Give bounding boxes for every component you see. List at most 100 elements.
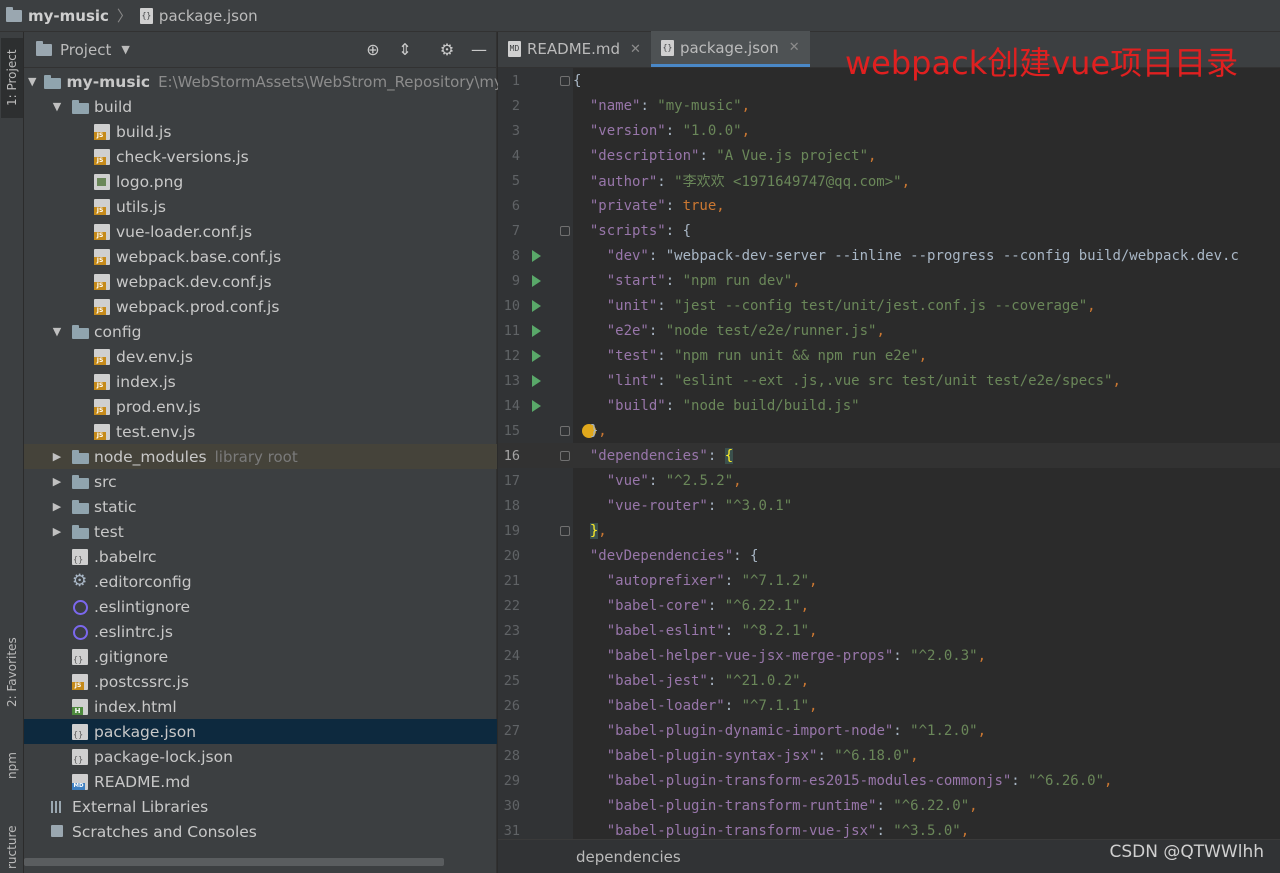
code-line[interactable]: 28 "babel-plugin-syntax-jsx": "^6.18.0", [498,743,1280,768]
tree-item[interactable]: package.json [24,719,497,744]
tree-item[interactable]: ▼ build [24,94,497,119]
code-line[interactable]: 9 "start": "npm run dev", [498,268,1280,293]
tab-label: package.json [679,38,779,57]
collapse-arrow-icon[interactable]: ▶ [50,450,64,463]
tree-item[interactable]: logo.png [24,169,497,194]
project-panel-title[interactable]: Project [60,41,111,59]
run-script-icon[interactable] [532,399,541,412]
close-icon[interactable]: ✕ [630,42,641,57]
code-line[interactable]: 2 "name": "my-music", [498,93,1280,118]
code-text: "babel-loader": "^7.1.1", [606,697,818,714]
code-line[interactable]: 21 "autoprefixer": "^7.1.2", [498,568,1280,593]
tab-project[interactable]: 1: Project [1,38,23,118]
code-line[interactable]: 19 }, [498,518,1280,543]
chevron-down-icon[interactable]: ▼ [121,43,129,56]
collapse-arrow-icon[interactable]: ▶ [50,525,64,538]
tree-item[interactable]: utils.js [24,194,497,219]
tree-item[interactable]: .eslintignore [24,594,497,619]
close-icon[interactable]: ✕ [789,40,800,55]
code-line[interactable]: 20 "devDependencies": { [498,543,1280,568]
tree-item[interactable]: webpack.prod.conf.js [24,294,497,319]
fold-marker-icon[interactable] [560,75,570,86]
tree-item[interactable]: test.env.js [24,419,497,444]
code-line[interactable]: 7 "scripts": { [498,218,1280,243]
tab-npm[interactable]: npm [1,746,23,786]
horizontal-scrollbar[interactable] [24,858,444,866]
tree-item[interactable]: index.js [24,369,497,394]
run-script-icon[interactable] [532,299,541,312]
tree-item[interactable]: ▶ test [24,519,497,544]
code-line[interactable]: 16 "dependencies": { [498,443,1280,468]
code-line[interactable]: 23 "babel-eslint": "^8.2.1", [498,618,1280,643]
tree-item[interactable]: .postcssrc.js [24,669,497,694]
tree-item[interactable]: ▶ static [24,494,497,519]
code-line[interactable]: 22 "babel-core": "^6.22.1", [498,593,1280,618]
tree-item[interactable]: webpack.dev.conf.js [24,269,497,294]
code-line[interactable]: 8 "dev": "webpack-dev-server --inline --… [498,243,1280,268]
code-line[interactable]: 12 "test": "npm run unit && npm run e2e"… [498,343,1280,368]
tree-item[interactable]: ▶ node_modules library root [24,444,497,469]
code-line[interactable]: 14 "build": "node build/build.js" [498,393,1280,418]
tree-item[interactable]: Scratches and Consoles [24,819,497,844]
fold-marker-icon[interactable] [560,525,570,536]
tree-item[interactable]: webpack.base.conf.js [24,244,497,269]
expand-arrow-icon[interactable]: ▼ [50,100,64,113]
tree-item[interactable]: External Libraries [24,794,497,819]
tree-item[interactable]: vue-loader.conf.js [24,219,497,244]
code-line[interactable]: 3 "version": "1.0.0", [498,118,1280,143]
code-line[interactable]: 4 "description": "A Vue.js project", [498,143,1280,168]
tree-item[interactable]: .eslintrc.js [24,619,497,644]
tab-favorites[interactable]: 2: Favorites [1,632,23,712]
fold-marker-icon[interactable] [560,450,570,461]
code-line[interactable]: 26 "babel-loader": "^7.1.1", [498,693,1280,718]
collapse-all-icon[interactable]: ⇕ [396,41,414,59]
breadcrumb-file[interactable]: package.json [159,7,258,25]
code-line[interactable]: 27 "babel-plugin-dynamic-import-node": "… [498,718,1280,743]
code-line[interactable]: 11 "e2e": "node test/e2e/runner.js", [498,318,1280,343]
editor-tab[interactable]: {} package.json ✕ [650,31,810,67]
tree-item[interactable]: dev.env.js [24,344,497,369]
gear-icon[interactable]: ⚙ [438,41,456,59]
editor-tab[interactable]: MD README.md ✕ [498,31,651,67]
locate-icon[interactable]: ⊕ [364,41,382,59]
code-line[interactable]: 18 "vue-router": "^3.0.1" [498,493,1280,518]
collapse-arrow-icon[interactable]: ▶ [50,475,64,488]
fold-marker-icon[interactable] [560,425,570,436]
tree-item[interactable]: build.js [24,119,497,144]
code-line[interactable]: 13 "lint": "eslint --ext .js,.vue src te… [498,368,1280,393]
expand-arrow-icon[interactable]: ▼ [50,325,64,338]
tree-item[interactable]: ▶ src [24,469,497,494]
breadcrumb-project[interactable]: my-music [28,7,109,25]
code-line[interactable]: 6 "private": true, [498,193,1280,218]
code-line[interactable]: 15 }, [498,418,1280,443]
code-line[interactable]: 5 "author": "李欢欢 <1971649747@qq.com>", [498,168,1280,193]
hide-icon[interactable]: — [470,41,488,59]
tree-item[interactable]: README.md [24,769,497,794]
breadcrumb-dependencies[interactable]: dependencies [576,848,681,866]
fold-marker-icon[interactable] [560,225,570,236]
tree-item[interactable]: .gitignore [24,644,497,669]
run-script-icon[interactable] [532,324,541,337]
code-area[interactable]: 1{2 "name": "my-music", 3 "version": "1.0… [498,68,1280,839]
run-script-icon[interactable] [532,374,541,387]
collapse-arrow-icon[interactable]: ▶ [50,500,64,513]
tree-item[interactable]: .babelrc [24,544,497,569]
code-line[interactable]: 30 "babel-plugin-transform-runtime": "^6… [498,793,1280,818]
tree-item[interactable]: ▼ config [24,319,497,344]
tab-structure[interactable]: ructure [1,822,23,873]
run-script-icon[interactable] [532,249,541,262]
tree-item[interactable]: package-lock.json [24,744,497,769]
tree-item[interactable]: prod.env.js [24,394,497,419]
tree-item[interactable]: ▼ my-music E:\WebStormAssets\WebStrom_Repo… [24,69,503,94]
expand-arrow-icon[interactable]: ▼ [28,75,36,88]
code-line[interactable]: 17 "vue": "^2.5.2", [498,468,1280,493]
tree-item[interactable]: index.html [24,694,497,719]
code-line[interactable]: 29 "babel-plugin-transform-es2015-module… [498,768,1280,793]
run-script-icon[interactable] [532,274,541,287]
tree-item[interactable]: check-versions.js [24,144,497,169]
code-line[interactable]: 25 "babel-jest": "^21.0.2", [498,668,1280,693]
tree-item[interactable]: .editorconfig [24,569,497,594]
code-line[interactable]: 24 "babel-helper-vue-jsx-merge-props": "… [498,643,1280,668]
code-line[interactable]: 10 "unit": "jest --config test/unit/jest… [498,293,1280,318]
run-script-icon[interactable] [532,349,541,362]
